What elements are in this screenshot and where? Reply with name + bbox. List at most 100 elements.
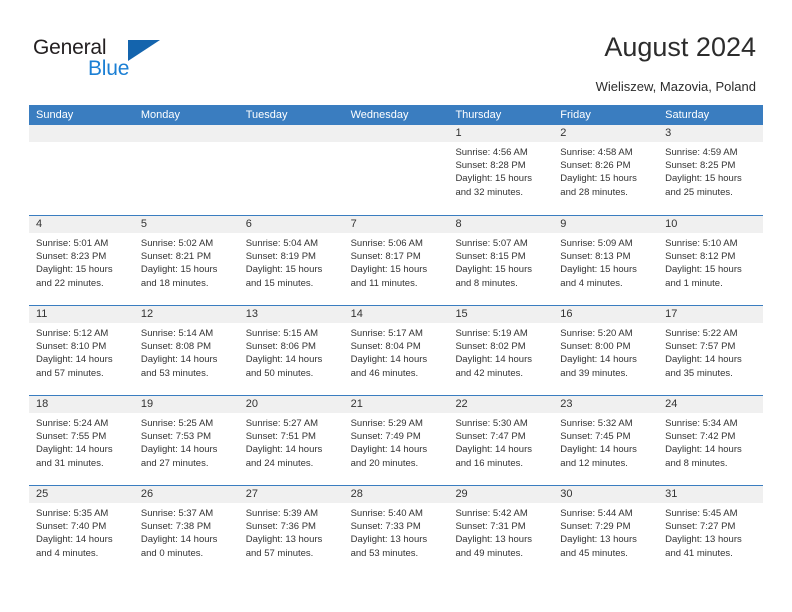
- calendar-day-cell[interactable]: 27 Sunrise: 5:39 AM Sunset: 7:36 PM Dayligh…: [238, 486, 344, 575]
- calendar-day-cell[interactable]: 23 Sunrise: 5:32 AM Sunset: 7:45 PM Dayligh…: [553, 396, 659, 485]
- sunset-text: Sunset: 8:15 PM: [455, 251, 526, 263]
- day-number: 12: [133, 306, 239, 323]
- calendar-day-cell[interactable]: 1 Sunrise: 4:56 AM Sunset: 8:28 PM Daylight…: [448, 125, 554, 215]
- sunrise-text: Sunrise: 5:30 AM: [455, 418, 528, 429]
- daylight-text-line1: Daylight: 15 hours: [350, 264, 428, 276]
- day-details: Sunrise: 5:12 AM Sunset: 8:10 PM Daylight:…: [29, 323, 134, 380]
- day-number: 5: [133, 216, 239, 233]
- daylight-text-line2: and 41 minutes.: [665, 547, 733, 559]
- day-number: 22: [448, 396, 554, 413]
- calendar-day-cell[interactable]: 9 Sunrise: 5:09 AM Sunset: 8:13 PM Daylight…: [553, 216, 659, 305]
- calendar-day-cell[interactable]: 25 Sunrise: 5:35 AM Sunset: 7:40 PM Dayligh…: [29, 486, 134, 575]
- calendar-day-cell[interactable]: 3 Sunrise: 4:59 AM Sunset: 8:25 PM Daylight…: [658, 125, 764, 215]
- calendar-day-cell[interactable]: 13 Sunrise: 5:15 AM Sunset: 8:06 PM Dayligh…: [238, 306, 344, 395]
- day-details: Sunrise: 5:01 AM Sunset: 8:23 PM Daylight:…: [29, 233, 134, 290]
- daylight-text-line2: and 8 minutes.: [665, 457, 728, 469]
- sunrise-text: Sunrise: 5:35 AM: [36, 508, 109, 519]
- calendar-week-row: 11 Sunrise: 5:12 AM Sunset: 8:10 PM Dayligh…: [29, 305, 764, 395]
- calendar-day-cell[interactable]: 20 Sunrise: 5:27 AM Sunset: 7:51 PM Dayligh…: [238, 396, 344, 485]
- sunset-text: Sunset: 7:29 PM: [560, 521, 631, 533]
- sunset-text: Sunset: 7:31 PM: [455, 521, 526, 533]
- triangle-logo-icon: [128, 40, 160, 61]
- calendar-week-row: 25 Sunrise: 5:35 AM Sunset: 7:40 PM Dayligh…: [29, 485, 764, 575]
- day-number: [29, 125, 134, 142]
- calendar-day-cell[interactable]: 15 Sunrise: 5:19 AM Sunset: 8:02 PM Dayligh…: [448, 306, 554, 395]
- sunset-text: Sunset: 8:25 PM: [665, 160, 736, 172]
- daylight-text-line2: and 11 minutes.: [350, 277, 418, 289]
- sunset-text: Sunset: 8:19 PM: [245, 251, 316, 263]
- sunrise-text: Sunrise: 5:29 AM: [350, 418, 423, 429]
- calendar-day-cell[interactable]: 11 Sunrise: 5:12 AM Sunset: 8:10 PM Dayligh…: [29, 306, 134, 395]
- sunset-text: Sunset: 8:00 PM: [560, 341, 631, 353]
- sunset-text: Sunset: 7:40 PM: [36, 521, 107, 533]
- calendar-day-cell-empty: [238, 125, 344, 215]
- day-details: Sunrise: 4:58 AM Sunset: 8:26 PM Daylight:…: [553, 142, 658, 199]
- calendar-day-cell[interactable]: 4 Sunrise: 5:01 AM Sunset: 8:23 PM Daylight…: [29, 216, 134, 305]
- weekday-header-row: Sunday Monday Tuesday Wednesday Thursday Frid…: [29, 105, 763, 125]
- calendar-day-cell[interactable]: 24 Sunrise: 5:34 AM Sunset: 7:42 PM Dayligh…: [658, 396, 764, 485]
- day-details: Sunrise: 5:15 AM Sunset: 8:06 PM Daylight:…: [239, 323, 344, 380]
- sunrise-text: Sunrise: 5:34 AM: [665, 418, 738, 429]
- calendar-day-cell[interactable]: 8 Sunrise: 5:07 AM Sunset: 8:15 PM Daylight…: [448, 216, 554, 305]
- calendar-day-cell[interactable]: 5 Sunrise: 5:02 AM Sunset: 8:21 PM Daylight…: [133, 216, 239, 305]
- day-details: Sunrise: 4:56 AM Sunset: 8:28 PM Daylight:…: [448, 142, 553, 199]
- daylight-text-line2: and 12 minutes.: [560, 457, 628, 469]
- daylight-text-line1: Daylight: 14 hours: [36, 444, 113, 456]
- calendar-day-cell[interactable]: 10 Sunrise: 5:10 AM Sunset: 8:12 PM Dayligh…: [658, 216, 764, 305]
- daylight-text-line1: Daylight: 14 hours: [455, 354, 533, 366]
- day-number: 14: [343, 306, 449, 323]
- calendar-day-cell[interactable]: 30 Sunrise: 5:44 AM Sunset: 7:29 PM Dayligh…: [553, 486, 659, 575]
- daylight-text-line1: Daylight: 14 hours: [560, 444, 637, 456]
- calendar-day-cell[interactable]: 6 Sunrise: 5:04 AM Sunset: 8:19 PM Daylight…: [238, 216, 344, 305]
- calendar-day-cell[interactable]: 19 Sunrise: 5:25 AM Sunset: 7:53 PM Dayligh…: [133, 396, 239, 485]
- day-number: 8: [448, 216, 554, 233]
- calendar-day-cell[interactable]: 18 Sunrise: 5:24 AM Sunset: 7:55 PM Dayligh…: [29, 396, 134, 485]
- daylight-text-line1: Daylight: 14 hours: [350, 444, 428, 456]
- sunrise-text: Sunrise: 5:27 AM: [245, 418, 319, 429]
- calendar-day-cell[interactable]: 22 Sunrise: 5:30 AM Sunset: 7:47 PM Dayligh…: [448, 396, 554, 485]
- daylight-text-line1: Daylight: 13 hours: [560, 534, 637, 546]
- calendar-page: General Blue August 2024 Wieliszew, Mazo…: [0, 0, 792, 612]
- calendar-day-cell[interactable]: 16 Sunrise: 5:20 AM Sunset: 8:00 PM Dayligh…: [553, 306, 659, 395]
- day-number: 26: [133, 486, 239, 503]
- daylight-text-line2: and 39 minutes.: [560, 367, 628, 379]
- sunset-text: Sunset: 7:49 PM: [350, 431, 421, 443]
- daylight-text-line2: and 15 minutes.: [245, 277, 314, 289]
- sunset-text: Sunset: 7:33 PM: [350, 521, 421, 533]
- sunrise-text: Sunrise: 5:12 AM: [36, 328, 109, 339]
- sunset-text: Sunset: 8:26 PM: [560, 160, 631, 172]
- weekday-header-friday: Friday: [560, 109, 591, 121]
- calendar-day-cell[interactable]: 28 Sunrise: 5:40 AM Sunset: 7:33 PM Dayligh…: [343, 486, 449, 575]
- day-number: 28: [343, 486, 449, 503]
- calendar-day-cell[interactable]: 7 Sunrise: 5:06 AM Sunset: 8:17 PM Daylight…: [343, 216, 449, 305]
- brand-logo[interactable]: General Blue: [33, 36, 223, 84]
- daylight-text-line2: and 8 minutes.: [455, 277, 518, 289]
- calendar-day-cell[interactable]: 14 Sunrise: 5:17 AM Sunset: 8:04 PM Dayligh…: [343, 306, 449, 395]
- sunset-text: Sunset: 8:21 PM: [140, 251, 212, 263]
- calendar-day-cell[interactable]: 31 Sunrise: 5:45 AM Sunset: 7:27 PM Dayligh…: [658, 486, 764, 575]
- calendar-day-cell[interactable]: 17 Sunrise: 5:22 AM Sunset: 7:57 PM Dayligh…: [658, 306, 764, 395]
- sunrise-text: Sunrise: 5:15 AM: [245, 328, 319, 339]
- day-number: 27: [238, 486, 344, 503]
- daylight-text-line2: and 1 minute.: [665, 277, 723, 289]
- day-number: 4: [29, 216, 134, 233]
- sunset-text: Sunset: 8:06 PM: [245, 341, 316, 353]
- calendar-day-cell[interactable]: 29 Sunrise: 5:42 AM Sunset: 7:31 PM Dayligh…: [448, 486, 554, 575]
- day-details: Sunrise: 5:27 AM Sunset: 7:51 PM Daylight:…: [239, 413, 344, 470]
- daylight-text-line1: Daylight: 14 hours: [665, 444, 742, 456]
- daylight-text-line2: and 32 minutes.: [455, 186, 524, 198]
- calendar-day-cell[interactable]: 26 Sunrise: 5:37 AM Sunset: 7:38 PM Dayligh…: [133, 486, 239, 575]
- day-number: 11: [29, 306, 134, 323]
- daylight-text-line1: Daylight: 14 hours: [140, 444, 218, 456]
- daylight-text-line2: and 22 minutes.: [36, 277, 104, 289]
- daylight-text-line1: Daylight: 13 hours: [350, 534, 428, 546]
- sunset-text: Sunset: 7:47 PM: [455, 431, 526, 443]
- sunrise-text: Sunrise: 5:25 AM: [140, 418, 214, 429]
- daylight-text-line1: Daylight: 14 hours: [245, 354, 323, 366]
- page-header: General Blue August 2024 Wieliszew, Mazo…: [0, 0, 792, 104]
- daylight-text-line2: and 18 minutes.: [140, 277, 209, 289]
- calendar-day-cell[interactable]: 21 Sunrise: 5:29 AM Sunset: 7:49 PM Dayligh…: [343, 396, 449, 485]
- calendar-day-cell[interactable]: 12 Sunrise: 5:14 AM Sunset: 8:08 PM Dayligh…: [133, 306, 239, 395]
- calendar-day-cell[interactable]: 2 Sunrise: 4:58 AM Sunset: 8:26 PM Daylight…: [553, 125, 659, 215]
- day-number: 30: [553, 486, 659, 503]
